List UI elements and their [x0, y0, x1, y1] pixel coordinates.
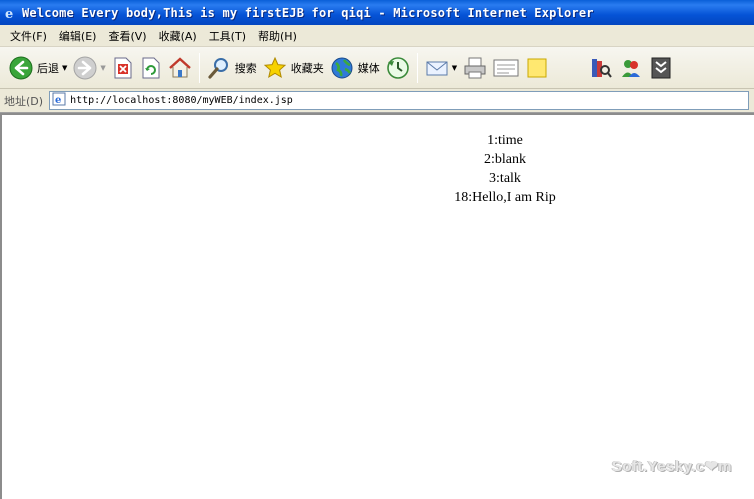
media-globe-icon	[331, 57, 353, 78]
discuss-icon	[527, 58, 547, 77]
favorites-label: 收藏夹	[290, 61, 324, 75]
address-bar: 地址(D) e http://localhost:8080/myWEB/inde…	[0, 89, 754, 113]
menu-bar: 文件(F) 编辑(E) 查看(V) 收藏(A) 工具(T) 帮助(H)	[0, 25, 754, 47]
menu-tools[interactable]: 工具(T)	[203, 28, 252, 44]
stop-icon	[114, 57, 132, 78]
output-line: 3:talk	[489, 171, 521, 186]
edit-icon	[493, 59, 519, 76]
mail-icon	[426, 61, 448, 75]
messenger-button[interactable]	[616, 51, 646, 85]
window-title: Welcome Every body,This is my firstEJB f…	[22, 5, 594, 20]
menu-favorites[interactable]: 收藏(A)	[153, 28, 203, 44]
favorites-star-icon	[263, 56, 286, 78]
menu-help[interactable]: 帮助(H)	[252, 28, 303, 44]
output-line: 18:Hello,I am Rip	[454, 190, 556, 205]
forward-arrow-icon	[73, 56, 97, 79]
page-icon: e	[52, 92, 66, 109]
discuss-button[interactable]	[522, 51, 552, 85]
back-label: 后退	[37, 61, 59, 75]
stop-button[interactable]	[109, 51, 137, 85]
home-button[interactable]	[165, 51, 195, 85]
forward-button[interactable]: ▼	[70, 51, 108, 85]
refresh-button[interactable]	[137, 51, 165, 85]
forward-dropdown-icon: ▼	[100, 63, 106, 72]
media-button[interactable]: 媒体	[327, 51, 383, 85]
edit-button[interactable]	[490, 51, 522, 85]
media-label: 媒体	[357, 61, 380, 75]
toolbar-separator	[416, 52, 418, 83]
address-label: 地址(D)	[4, 94, 44, 108]
output-line: 2:blank	[484, 152, 526, 167]
output-line: 1:time	[487, 133, 523, 148]
search-button[interactable]: 搜索	[204, 51, 260, 85]
print-button[interactable]	[460, 51, 490, 85]
address-url: http://localhost:8080/myWEB/index.jsp	[70, 95, 293, 106]
print-icon	[464, 57, 486, 78]
output-lines: 1:time 2:blank 3:talk 18:Hello,I am Rip	[2, 131, 754, 207]
back-button[interactable]: 后退 ▼	[6, 51, 70, 85]
research-icon	[592, 58, 612, 78]
page-content: 1:time 2:blank 3:talk 18:Hello,I am Rip …	[0, 113, 754, 499]
menu-file[interactable]: 文件(F)	[4, 28, 53, 44]
research-button[interactable]	[586, 51, 616, 85]
favorites-button[interactable]: 收藏夹	[260, 51, 327, 85]
search-label: 搜索	[234, 61, 257, 75]
refresh-icon	[142, 57, 160, 78]
back-dropdown-icon[interactable]: ▼	[62, 64, 67, 72]
standard-toolbar: 后退 ▼ ▼ 搜索 收藏夹 媒体 ▼	[0, 47, 754, 89]
extension-icon	[651, 57, 671, 78]
watermark: Soft.Yesky.c❤m	[611, 458, 732, 475]
back-arrow-icon	[9, 56, 33, 79]
ie-logo-icon: e	[4, 6, 18, 20]
svg-text:e: e	[55, 95, 61, 106]
history-icon	[386, 56, 409, 79]
menu-view[interactable]: 查看(V)	[102, 28, 152, 44]
messenger-icon	[622, 59, 641, 77]
extension-button[interactable]	[646, 51, 676, 85]
mail-dropdown-icon[interactable]: ▼	[452, 64, 457, 72]
title-bar[interactable]: e Welcome Every body,This is my firstEJB…	[0, 0, 754, 25]
address-input[interactable]: e http://localhost:8080/myWEB/index.jsp	[49, 91, 750, 110]
history-button[interactable]	[383, 51, 413, 85]
home-icon	[168, 56, 191, 77]
search-magnifier-icon	[208, 57, 228, 79]
menu-edit[interactable]: 编辑(E)	[53, 28, 103, 44]
mail-button[interactable]: ▼	[422, 51, 460, 85]
svg-text:e: e	[5, 7, 13, 20]
toolbar-separator	[198, 52, 200, 83]
